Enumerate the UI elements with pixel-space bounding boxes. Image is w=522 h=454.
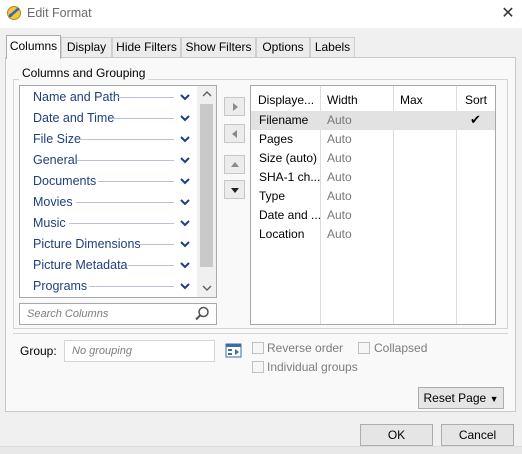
app-icon <box>6 5 22 21</box>
list-divider <box>69 223 174 224</box>
chevron-down-icon[interactable] <box>179 133 191 145</box>
search-icon[interactable] <box>193 305 211 323</box>
scroll-up-icon[interactable] <box>197 88 216 102</box>
list-item[interactable]: File Size <box>33 130 81 148</box>
column-list[interactable]: Name and Path Date and Time File Size Ge… <box>19 85 217 298</box>
grid-cell-width[interactable]: Auto <box>327 130 352 149</box>
grid-header[interactable]: Width <box>327 93 358 107</box>
list-divider <box>76 202 174 203</box>
grid-cell-width[interactable]: Auto <box>327 187 352 206</box>
chevron-down-icon[interactable] <box>179 238 191 250</box>
list-divider <box>118 97 174 98</box>
move-down-icon <box>231 188 239 193</box>
list-item[interactable]: Music <box>33 214 66 232</box>
move-up-button[interactable] <box>224 155 245 174</box>
group-title: Columns and Grouping <box>19 66 149 80</box>
dropdown-arrow-icon: ▼ <box>489 394 499 404</box>
search-placeholder: Search Columns <box>27 308 109 320</box>
chevron-down-icon[interactable] <box>179 112 191 124</box>
list-item[interactable]: Programs <box>33 277 87 295</box>
list-divider <box>98 181 174 182</box>
collapsed-checkbox[interactable] <box>358 342 370 354</box>
window-title: Edit Format <box>27 6 92 20</box>
chevron-down-icon[interactable] <box>179 217 191 229</box>
reset-page-button[interactable]: Reset Page ▼ <box>418 387 504 409</box>
grid-header[interactable]: Sort <box>465 93 487 107</box>
tab-options[interactable]: Options <box>256 37 310 57</box>
list-item[interactable]: Picture Dimensions <box>33 235 141 253</box>
grid-header[interactable]: Displaye... <box>258 93 314 107</box>
list-divider <box>77 160 174 161</box>
grid-cell-width[interactable]: Auto <box>327 225 352 244</box>
separator <box>13 333 508 334</box>
grid-cell-name[interactable]: Size (auto) <box>259 149 317 168</box>
chevron-down-icon[interactable] <box>179 175 191 187</box>
grid-cell-name[interactable]: SHA-1 ch... <box>259 168 320 187</box>
list-item[interactable]: Name and Path <box>33 88 120 106</box>
list-item[interactable]: Movies <box>33 193 73 211</box>
cancel-button[interactable]: Cancel <box>441 424 514 446</box>
tab-show-filters[interactable]: Show Filters <box>181 37 256 57</box>
list-item[interactable]: Date and Time <box>33 109 114 127</box>
chevron-down-icon[interactable] <box>179 196 191 208</box>
list-divider <box>112 118 174 119</box>
list-divider <box>89 286 174 287</box>
list-divider <box>128 265 174 266</box>
reverse-order-checkbox[interactable] <box>252 342 264 354</box>
grid-cell-width[interactable]: Auto <box>327 111 352 130</box>
chevron-down-icon[interactable] <box>179 259 191 271</box>
grid-cell-name[interactable]: Pages <box>259 130 293 149</box>
move-up-icon <box>231 162 239 167</box>
chevron-down-icon[interactable] <box>179 91 191 103</box>
grid-cell-width[interactable]: Auto <box>327 149 352 168</box>
individual-groups-checkbox[interactable] <box>252 361 264 373</box>
move-right-button[interactable] <box>224 97 245 116</box>
move-left-button[interactable] <box>224 124 245 143</box>
move-right-icon <box>233 103 238 111</box>
reverse-order-label: Reverse order <box>267 341 344 355</box>
grouping-editor-icon[interactable] <box>225 342 243 360</box>
chevron-down-icon[interactable] <box>179 154 191 166</box>
grid-cell-width[interactable]: Auto <box>327 168 352 187</box>
grid-cell-width[interactable]: Auto <box>327 206 352 225</box>
list-divider <box>79 139 174 140</box>
collapsed-label: Collapsed <box>374 341 428 355</box>
ok-button[interactable]: OK <box>360 424 433 446</box>
move-down-button[interactable] <box>224 180 245 199</box>
sort-check-icon[interactable]: ✔ <box>470 112 481 128</box>
chevron-down-icon[interactable] <box>179 280 191 292</box>
tab-labels[interactable]: Labels <box>310 37 355 57</box>
list-item[interactable]: Picture Metadata <box>33 256 128 274</box>
individual-groups-label: Individual groups <box>267 360 358 374</box>
list-item[interactable]: General <box>33 151 77 169</box>
scroll-thumb[interactable] <box>200 104 213 267</box>
grid-header[interactable]: Max <box>400 93 423 107</box>
list-divider <box>140 244 174 245</box>
grouping-placeholder: No grouping <box>72 345 132 357</box>
tab-hide-filters[interactable]: Hide Filters <box>112 37 181 57</box>
close-icon[interactable]: ✕ <box>498 4 518 24</box>
tab-columns[interactable]: Columns <box>6 35 61 59</box>
move-left-icon <box>232 130 237 138</box>
scroll-down-icon[interactable] <box>197 282 216 296</box>
group-label: Group: <box>20 344 57 358</box>
grid-cell-name[interactable]: Type <box>259 187 285 206</box>
list-item[interactable]: Documents <box>33 172 96 190</box>
grid-cell-name[interactable]: Date and ... <box>259 206 321 225</box>
grid-cell-name[interactable]: Location <box>259 225 304 244</box>
tab-display[interactable]: Display <box>61 37 112 57</box>
grid-cell-name[interactable]: Filename <box>259 111 308 130</box>
